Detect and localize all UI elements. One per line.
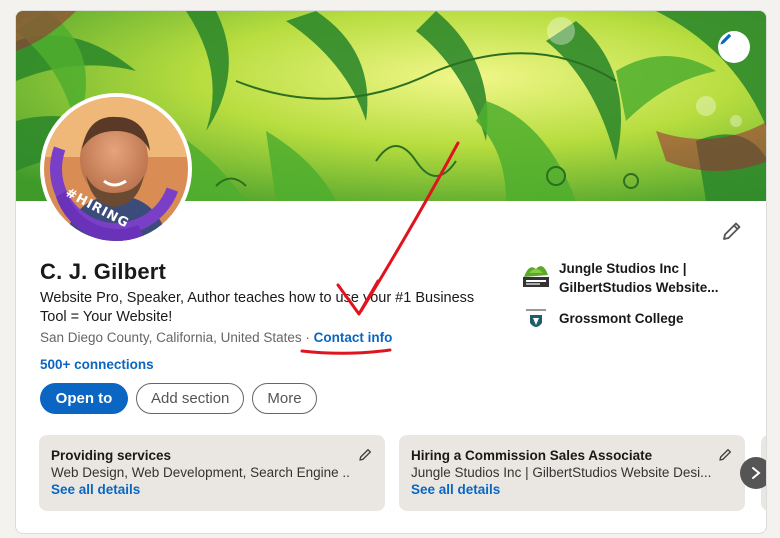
profile-actions: Open to Add section More [40, 383, 317, 414]
open-to-cards: Providing services Web Design, Web Devel… [39, 435, 745, 511]
grossmont-college-logo-icon [521, 305, 551, 335]
pencil-icon[interactable] [357, 447, 373, 463]
see-all-details-link[interactable]: See all details [411, 481, 733, 499]
location-row: San Diego County, California, United Sta… [40, 330, 392, 345]
avatar-photo: #HIRING [44, 97, 188, 241]
experience-company-line1: Jungle Studios Inc | [559, 261, 687, 276]
card-subtitle: Web Design, Web Development, Search Engi… [51, 465, 351, 480]
jungle-studios-logo-icon [521, 259, 551, 289]
pencil-icon[interactable] [717, 447, 733, 463]
profile-avatar[interactable]: #HIRING [40, 93, 192, 245]
connections-link[interactable]: 500+ connections [40, 357, 154, 372]
profile-card: #HIRING C. J. Gilbert Website Pro, Speak… [15, 10, 767, 534]
location-separator: · [301, 330, 314, 345]
pencil-icon [723, 222, 741, 240]
card-subtitle: Jungle Studios Inc | GilbertStudios Webs… [411, 465, 711, 480]
carousel-next-button[interactable] [740, 457, 766, 489]
card-title: Hiring a Commission Sales Associate [411, 448, 653, 463]
edit-banner-button[interactable] [718, 31, 750, 63]
pencil-icon [720, 33, 732, 45]
see-all-details-link[interactable]: See all details [51, 481, 373, 499]
experience-summary: Jungle Studios Inc | GilbertStudios Webs… [521, 259, 751, 343]
add-section-button[interactable]: Add section [136, 383, 245, 414]
contact-info-link[interactable]: Contact info [314, 330, 393, 345]
education-school: Grossmont College [559, 311, 684, 326]
open-to-button[interactable]: Open to [40, 383, 128, 414]
profile-headline: Website Pro, Speaker, Author teaches how… [40, 290, 475, 325]
experience-company-line2: GilbertStudios Website... [559, 280, 719, 295]
experience-item-jungle-studios[interactable]: Jungle Studios Inc | GilbertStudios Webs… [521, 259, 751, 297]
profile-location: San Diego County, California, United Sta… [40, 330, 302, 345]
card-title: Providing services [51, 448, 172, 463]
chevron-right-icon [752, 467, 761, 479]
education-item-grossmont[interactable]: Grossmont College [521, 305, 751, 335]
experience-company: Jungle Studios Inc | GilbertStudios Webs… [559, 259, 719, 297]
hiring-card[interactable]: Hiring a Commission Sales Associate Jung… [399, 435, 745, 511]
profile-name: C. J. Gilbert [40, 259, 167, 284]
more-button[interactable]: More [252, 383, 317, 414]
edit-intro-button[interactable] [720, 219, 744, 243]
providing-services-card[interactable]: Providing services Web Design, Web Devel… [39, 435, 385, 511]
